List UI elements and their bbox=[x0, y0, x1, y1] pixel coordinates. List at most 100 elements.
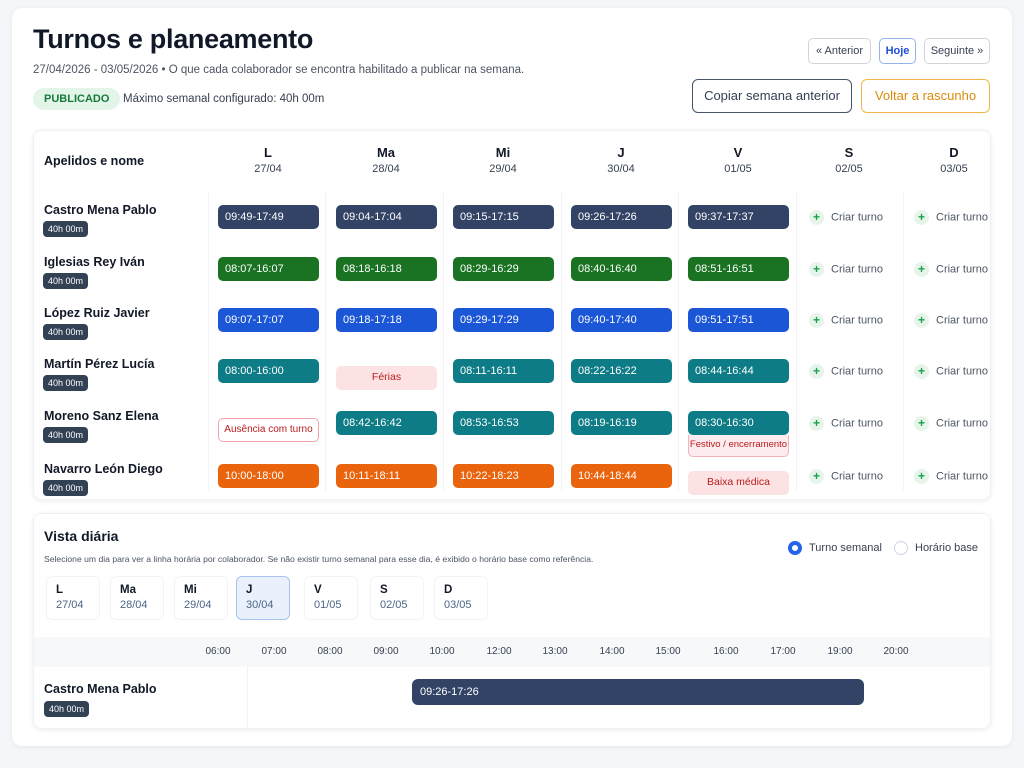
shift-block[interactable]: 08:51-16:51 bbox=[688, 257, 789, 281]
shift-block[interactable]: 08:40-16:40 bbox=[571, 257, 672, 281]
day-label: V bbox=[733, 145, 743, 160]
radio-base-schedule[interactable]: Horário base bbox=[894, 541, 978, 555]
hour-label: 19:00 bbox=[827, 646, 853, 657]
today-button[interactable]: Hoje bbox=[879, 38, 916, 64]
create-shift-button[interactable]: + Criar turno bbox=[914, 210, 988, 225]
create-shift-button[interactable]: + Criar turno bbox=[914, 313, 988, 328]
day-tab-label: V bbox=[314, 584, 322, 596]
create-shift-label: Criar turno bbox=[936, 470, 988, 483]
employee-name: López Ruiz Javier bbox=[44, 306, 150, 320]
column-divider bbox=[796, 191, 797, 491]
hour-label: 08:00 bbox=[317, 646, 343, 657]
create-shift-label: Criar turno bbox=[936, 314, 988, 327]
shift-block[interactable]: 09:29-17:29 bbox=[453, 308, 554, 332]
employee-name: Navarro León Diego bbox=[44, 462, 163, 476]
holiday-note: Festivo / encerramento bbox=[688, 435, 789, 457]
shift-block[interactable]: 08:44-16:44 bbox=[688, 359, 789, 383]
shift-block[interactable]: 10:22-18:23 bbox=[453, 464, 554, 488]
timeline-shift-bar[interactable]: 09:26-17:26 bbox=[411, 679, 864, 705]
create-shift-button[interactable]: + Criar turno bbox=[809, 210, 883, 225]
plus-icon: + bbox=[914, 262, 929, 277]
shift-block[interactable]: 09:37-17:37 bbox=[688, 205, 789, 229]
plus-icon: + bbox=[914, 469, 929, 484]
create-shift-button[interactable]: + Criar turno bbox=[914, 364, 988, 379]
create-shift-button[interactable]: + Criar turno bbox=[809, 364, 883, 379]
create-shift-button[interactable]: + Criar turno bbox=[809, 416, 883, 431]
shift-block[interactable]: 09:26-17:26 bbox=[571, 205, 672, 229]
shift-block[interactable]: 10:00-18:00 bbox=[218, 464, 319, 488]
create-shift-button[interactable]: + Criar turno bbox=[914, 262, 988, 277]
create-shift-button[interactable]: + Criar turno bbox=[809, 262, 883, 277]
plus-icon: + bbox=[809, 416, 824, 431]
shift-block[interactable]: 09:49-17:49 bbox=[218, 205, 319, 229]
shift-block[interactable]: 08:00-16:00 bbox=[218, 359, 319, 383]
day-tab-date: 03/05 bbox=[444, 599, 472, 611]
day-tab-5[interactable]: S 02/05 bbox=[370, 576, 424, 620]
shift-block[interactable]: 10:44-18:44 bbox=[571, 464, 672, 488]
shift-block[interactable]: 08:19-16:19 bbox=[571, 411, 672, 435]
employee-name: Moreno Sanz Elena bbox=[44, 409, 159, 423]
shift-block[interactable]: 08:07-16:07 bbox=[218, 257, 319, 281]
shift-block[interactable]: 08:29-16:29 bbox=[453, 257, 554, 281]
plus-icon: + bbox=[809, 262, 824, 277]
day-tab-1[interactable]: Ma 28/04 bbox=[110, 576, 164, 620]
timeline-employee-name: Castro Mena Pablo bbox=[44, 682, 157, 696]
day-tab-label: Ma bbox=[120, 584, 136, 596]
weekly-hours-badge: 40h 00m bbox=[43, 324, 89, 340]
weekly-hours-badge: 40h 00m bbox=[43, 273, 89, 289]
name-column-header: Apelidos e nome bbox=[44, 154, 145, 168]
column-divider bbox=[443, 191, 444, 491]
employee-name: Iglesias Rey Iván bbox=[44, 255, 145, 269]
day-tab-date: 29/04 bbox=[184, 599, 212, 611]
timeline-hours-badge: 40h 00m bbox=[44, 701, 90, 717]
create-shift-button[interactable]: + Criar turno bbox=[809, 313, 883, 328]
shift-block[interactable]: 08:53-16:53 bbox=[453, 411, 554, 435]
day-tab-label: D bbox=[444, 584, 453, 596]
radio-selected-icon bbox=[788, 541, 802, 555]
copy-previous-week-button[interactable]: Copiar semana anterior bbox=[692, 79, 852, 113]
column-divider bbox=[325, 191, 326, 491]
weekly-hours-badge: 40h 00m bbox=[43, 375, 89, 391]
day-tab-0[interactable]: L 27/04 bbox=[46, 576, 100, 620]
create-shift-label: Criar turno bbox=[936, 417, 988, 430]
plus-icon: + bbox=[914, 313, 929, 328]
day-tab-3[interactable]: J 30/04 bbox=[236, 576, 290, 620]
radio-base-label: Horário base bbox=[915, 542, 978, 554]
create-shift-label: Criar turno bbox=[831, 365, 883, 378]
shift-block[interactable]: 10:11-18:11 bbox=[336, 464, 437, 488]
shift-block[interactable]: 09:51-17:51 bbox=[688, 308, 789, 332]
shift-block[interactable]: 09:07-17:07 bbox=[218, 308, 319, 332]
day-tab-date: 27/04 bbox=[56, 599, 84, 611]
employee-name: Castro Mena Pablo bbox=[44, 203, 157, 217]
previous-week-button[interactable]: « Anterior bbox=[808, 38, 871, 64]
create-shift-button[interactable]: + Criar turno bbox=[914, 469, 988, 484]
radio-weekly-shift[interactable]: Turno semanal bbox=[788, 541, 882, 555]
create-shift-button[interactable]: + Criar turno bbox=[809, 469, 883, 484]
day-tab-2[interactable]: Mi 29/04 bbox=[174, 576, 228, 620]
radio-weekly-label: Turno semanal bbox=[809, 542, 882, 554]
shift-block[interactable]: 09:18-17:18 bbox=[336, 308, 437, 332]
shift-block[interactable]: 08:22-16:22 bbox=[571, 359, 672, 383]
shift-block[interactable]: 08:11-16:11 bbox=[453, 359, 554, 383]
max-week-label: Máximo semanal configurado: 40h 00m bbox=[123, 93, 325, 105]
shift-block[interactable]: 08:18-16:18 bbox=[336, 257, 437, 281]
shift-block[interactable]: 09:40-17:40 bbox=[571, 308, 672, 332]
shift-block[interactable]: 09:04-17:04 bbox=[336, 205, 437, 229]
absence-block[interactable]: Férias bbox=[336, 366, 437, 390]
column-divider bbox=[678, 191, 679, 491]
plus-icon: + bbox=[914, 210, 929, 225]
absence-block[interactable]: Ausência com turno bbox=[218, 418, 319, 442]
day-tab-4[interactable]: V 01/05 bbox=[304, 576, 358, 620]
next-week-button[interactable]: Seguinte » bbox=[924, 38, 990, 64]
day-header-0: L 27/04 bbox=[218, 145, 318, 175]
shift-block[interactable]: 08:42-16:42 bbox=[336, 411, 437, 435]
absence-block[interactable]: Baixa médica bbox=[688, 471, 789, 495]
shift-block[interactable]: 09:15-17:15 bbox=[453, 205, 554, 229]
shift-block[interactable]: 08:30-16:30 bbox=[688, 411, 789, 435]
back-to-draft-button[interactable]: Voltar a rascunho bbox=[861, 79, 990, 113]
day-label: D bbox=[949, 145, 959, 160]
day-tab-6[interactable]: D 03/05 bbox=[434, 576, 488, 620]
employee-name: Martín Pérez Lucía bbox=[44, 357, 155, 371]
create-shift-button[interactable]: + Criar turno bbox=[914, 416, 988, 431]
day-date: 30/04 bbox=[607, 163, 635, 175]
